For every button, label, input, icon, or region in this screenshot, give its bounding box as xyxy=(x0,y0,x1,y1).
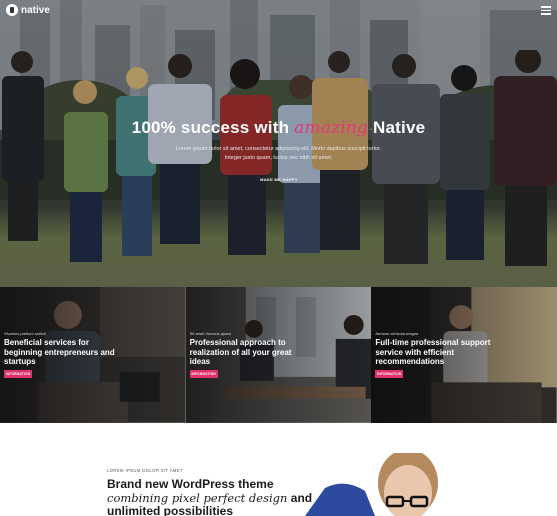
intro-title: Brand new WordPress theme combining pixe… xyxy=(107,477,317,516)
intro-eyebrow: LOREM IPSUM DOLOR SIT AMET xyxy=(107,468,183,473)
intro-title-italic: combining pixel perfect design xyxy=(107,490,288,505)
feature-2-eyebrow: Sit amet rhoncus quam xyxy=(189,331,231,336)
feature-2-information-button[interactable]: INFORMATION xyxy=(189,370,218,378)
make-me-happy-button[interactable]: MAKE ME HAPPY xyxy=(258,175,300,185)
hero-title: 100% success with amazing Native xyxy=(0,118,557,138)
intro-title-line-1: Brand new WordPress theme xyxy=(107,477,274,491)
intro-section: LOREM IPSUM DOLOR SIT AMET Brand new Wor… xyxy=(0,423,557,516)
native-logo-icon xyxy=(6,4,18,16)
feature-3-information-button[interactable]: INFORMATION xyxy=(375,370,404,378)
feature-card-2: Sit amet rhoncus quam Professional appro… xyxy=(185,287,372,423)
hero-section: native 100% success with amazing Native … xyxy=(0,0,557,287)
feature-1-title: Beneficial services for beginning entrep… xyxy=(4,338,115,366)
hero-subtitle-line-2: Integer justo quam, luctus nec nibh sit … xyxy=(224,155,333,161)
hero-subtitle: Lorem ipsum dolor sit amet, consectetur … xyxy=(170,145,387,163)
hero-title-before: 100% success with xyxy=(131,118,290,137)
features-row: Vivamus pretium sollicit Beneficial serv… xyxy=(0,287,557,423)
hero-title-after: Native xyxy=(373,118,426,137)
site-logo[interactable]: native xyxy=(6,4,50,16)
hero-dark-overlay xyxy=(0,0,557,287)
feature-1-information-button[interactable]: INFORMATION xyxy=(4,370,32,378)
hero-subtitle-line-1: Lorem ipsum dolor sit amet, consectetur … xyxy=(175,146,382,152)
hero-title-accent: amazing xyxy=(294,118,369,138)
intro-title-line-3: unlimited possibilities xyxy=(107,504,234,516)
feature-1-eyebrow: Vivamus pretium sollicit xyxy=(4,331,46,336)
hamburger-menu-icon[interactable] xyxy=(541,6,551,15)
feature-2-title: Professional approach to realization of … xyxy=(189,338,292,366)
feature-card-3: Aenean vehicula magna Full-time professi… xyxy=(371,287,557,423)
feature-3-eyebrow: Aenean vehicula magna xyxy=(375,331,419,336)
intro-title-line-2: combining pixel perfect design and xyxy=(107,490,317,506)
woman-with-glasses-photo xyxy=(305,453,438,516)
logo-text: native xyxy=(21,4,50,16)
feature-3-title: Full-time professional support service w… xyxy=(375,338,491,366)
feature-card-1: Vivamus pretium sollicit Beneficial serv… xyxy=(0,287,186,423)
